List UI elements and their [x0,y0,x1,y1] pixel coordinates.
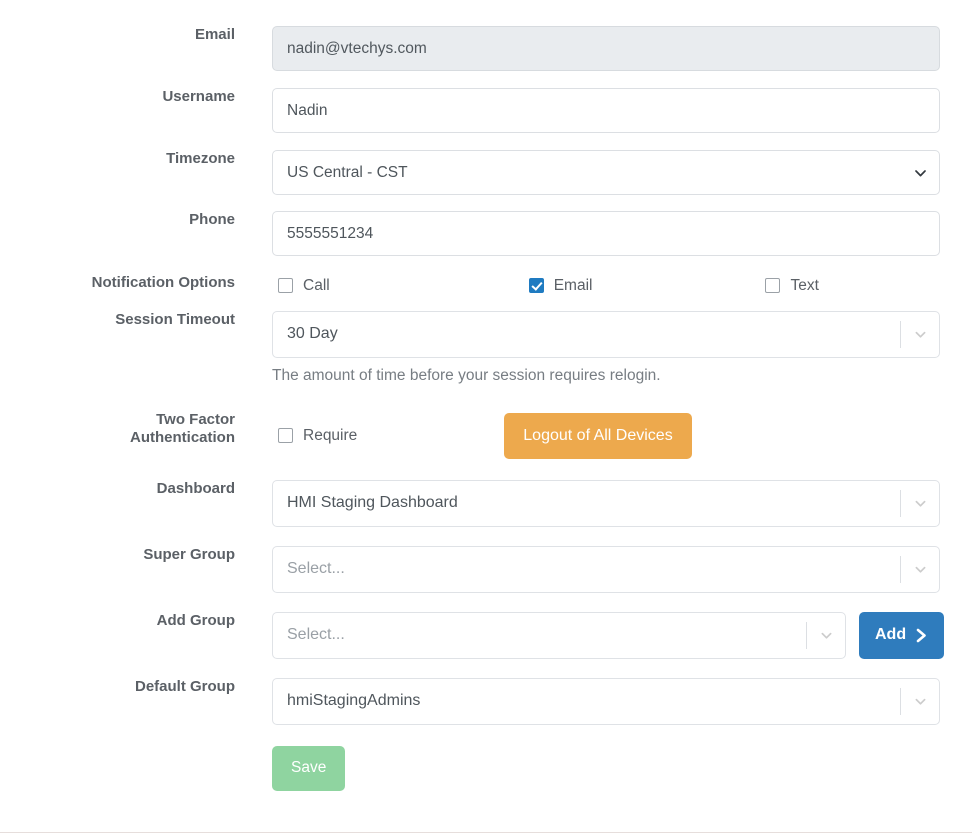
add-group-dropdown-button[interactable] [807,613,845,658]
session-timeout-value: 30 Day [287,325,338,342]
form-row-two-factor-authentication: Two Factor Authentication Require Logout… [0,411,972,459]
default-group-value: hmiStagingAdmins [287,692,421,710]
control-save: Save [235,745,940,791]
add-group-line: Select... Add [272,611,945,659]
form-row-add-group: Add Group Select... Add [0,611,972,659]
dashboard-select[interactable]: HMI Staging Dashboard [272,479,940,527]
default-group-select[interactable]: hmiStagingAdmins [272,677,940,725]
checkbox-require-2fa-label: Require [303,426,358,444]
timezone-select[interactable]: US Central - CST [272,150,940,195]
checkbox-email-label: Email [553,277,593,294]
control-dashboard: HMI Staging Dashboard [235,479,940,527]
form-row-email: Email [0,26,972,71]
dashboard-dropdown-button[interactable] [901,481,939,526]
label-session-timeout: Session Timeout [115,310,235,328]
two-factor-controls: Require Logout of All Devices [272,411,940,459]
control-phone [235,211,940,256]
chevron-down-icon [821,632,831,639]
add-group-value: Select... [287,626,345,644]
notification-checkbox-group: Call Email Text [272,274,940,294]
super-group-indicators [900,547,939,592]
session-timeout-help-text: The amount of time before your session r… [272,366,661,384]
label-notification-options: Notification Options [91,274,235,291]
checkbox-text-label: Text [790,277,819,294]
add-group-indicators [806,613,845,658]
control-email [235,26,940,71]
checkbox-require-2fa-box[interactable] [278,428,293,444]
default-group-indicators [900,679,939,724]
session-timeout-indicators [900,312,939,357]
phone-field[interactable] [272,211,940,256]
label-email: Email [194,26,235,43]
label-default-group: Default Group [135,677,235,695]
add-group-select[interactable]: Select... [272,611,846,659]
checkbox-text-box[interactable] [765,278,781,294]
control-add-group: Select... Add [235,611,945,659]
session-timeout-select[interactable]: 30 Day [272,310,940,358]
logout-all-devices-wrap: Logout of All Devices [504,412,692,459]
super-group-dropdown-button[interactable] [901,547,939,592]
dashboard-value: HMI Staging Dashboard [287,494,458,512]
checkbox-require-2fa[interactable]: Require [278,428,357,444]
logout-all-devices-button[interactable]: Logout of All Devices [504,412,692,459]
timezone-select-wrap: US Central - CST [272,150,940,195]
checkbox-call-box[interactable] [278,278,293,294]
label-timezone: Timezone [166,150,235,167]
form-row-save: Save [0,745,972,791]
checkbox-call[interactable]: Call [278,278,330,294]
dashboard-indicators [900,481,939,526]
control-timezone: US Central - CST [235,150,940,195]
super-group-value: Select... [287,560,345,578]
user-profile-settings-form: Email Username Timezone US Central - CST… [0,0,972,833]
checkbox-call-label: Call [303,277,330,294]
form-row-username: Username [0,88,972,133]
chevron-down-icon [915,698,925,705]
label-super-group: Super Group [143,545,235,563]
save-button[interactable]: Save [272,745,346,791]
chevron-right-icon [916,628,926,642]
add-group-button-label: Add [875,626,907,644]
control-default-group: hmiStagingAdmins [235,677,940,725]
form-row-phone: Phone [0,211,972,256]
label-username: Username [162,88,235,105]
form-row-notification-options: Notification Options Call Email Text [0,274,972,294]
form-row-dashboard: Dashboard HMI Staging Dashboard [0,479,972,527]
label-dashboard: Dashboard [156,479,235,497]
add-group-button[interactable]: Add [859,611,945,659]
form-row-timezone: Timezone US Central - CST [0,150,972,195]
form-row-session-timeout: Session Timeout 30 Day The amount of tim… [0,310,972,386]
form-row-default-group: Default Group hmiStagingAdmins [0,677,972,725]
chevron-down-icon [915,500,925,507]
label-phone: Phone [189,211,235,228]
default-group-dropdown-button[interactable] [901,679,939,724]
checkbox-email-box[interactable] [528,278,544,294]
form-row-super-group: Super Group Select... [0,545,972,593]
control-username [235,88,940,133]
control-session-timeout: 30 Day The amount of time before your se… [235,310,940,386]
session-timeout-dropdown-button[interactable] [901,312,939,357]
email-field[interactable] [272,26,940,71]
chevron-down-icon [915,566,925,573]
checkbox-text[interactable]: Text [765,277,819,294]
super-group-select[interactable]: Select... [272,545,940,593]
checkbox-email[interactable]: Email [528,277,593,294]
label-two-factor-authentication: Two Factor Authentication [130,410,235,447]
control-two-factor-authentication: Require Logout of All Devices [235,411,940,459]
chevron-down-icon [915,331,925,338]
label-add-group: Add Group [156,611,235,629]
control-super-group: Select... [235,545,940,593]
username-field[interactable] [272,88,940,133]
control-notification-options: Call Email Text [235,274,940,294]
